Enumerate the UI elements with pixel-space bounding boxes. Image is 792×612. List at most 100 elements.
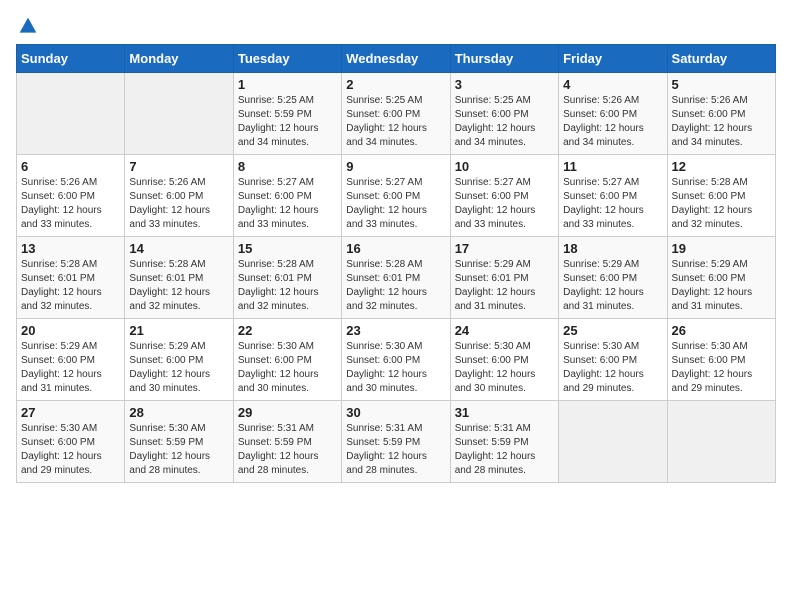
day-number: 4 — [563, 77, 662, 92]
day-number: 21 — [129, 323, 228, 338]
calendar-cell — [17, 73, 125, 155]
day-info: Sunrise: 5:26 AM Sunset: 6:00 PM Dayligh… — [129, 176, 228, 232]
day-info: Sunrise: 5:28 AM Sunset: 6:01 PM Dayligh… — [129, 258, 228, 314]
logo — [16, 16, 38, 36]
day-info: Sunrise: 5:30 AM Sunset: 6:00 PM Dayligh… — [238, 340, 337, 396]
day-number: 1 — [238, 77, 337, 92]
week-row-3: 13 Sunrise: 5:28 AM Sunset: 6:01 PM Dayli… — [17, 237, 776, 319]
calendar-cell: 10 Sunrise: 5:27 AM Sunset: 6:00 PM Dayli… — [450, 155, 558, 237]
day-info: Sunrise: 5:29 AM Sunset: 6:00 PM Dayligh… — [129, 340, 228, 396]
calendar-cell — [559, 401, 667, 483]
day-number: 15 — [238, 241, 337, 256]
calendar-cell: 2 Sunrise: 5:25 AM Sunset: 6:00 PM Daylig… — [342, 73, 450, 155]
calendar-cell: 29 Sunrise: 5:31 AM Sunset: 5:59 PM Dayli… — [233, 401, 341, 483]
calendar-cell — [667, 401, 775, 483]
day-number: 2 — [346, 77, 445, 92]
calendar-cell: 17 Sunrise: 5:29 AM Sunset: 6:01 PM Dayli… — [450, 237, 558, 319]
calendar-cell: 15 Sunrise: 5:28 AM Sunset: 6:01 PM Dayli… — [233, 237, 341, 319]
week-row-2: 6 Sunrise: 5:26 AM Sunset: 6:00 PM Daylig… — [17, 155, 776, 237]
day-number: 16 — [346, 241, 445, 256]
calendar-cell: 31 Sunrise: 5:31 AM Sunset: 5:59 PM Dayli… — [450, 401, 558, 483]
day-number: 13 — [21, 241, 120, 256]
day-number: 5 — [672, 77, 771, 92]
day-info: Sunrise: 5:28 AM Sunset: 6:01 PM Dayligh… — [238, 258, 337, 314]
calendar-cell: 22 Sunrise: 5:30 AM Sunset: 6:00 PM Dayli… — [233, 319, 341, 401]
day-info: Sunrise: 5:28 AM Sunset: 6:01 PM Dayligh… — [346, 258, 445, 314]
day-info: Sunrise: 5:28 AM Sunset: 6:01 PM Dayligh… — [21, 258, 120, 314]
day-number: 20 — [21, 323, 120, 338]
day-number: 24 — [455, 323, 554, 338]
day-number: 26 — [672, 323, 771, 338]
calendar-cell: 5 Sunrise: 5:26 AM Sunset: 6:00 PM Daylig… — [667, 73, 775, 155]
calendar-cell: 13 Sunrise: 5:28 AM Sunset: 6:01 PM Dayli… — [17, 237, 125, 319]
calendar-cell: 9 Sunrise: 5:27 AM Sunset: 6:00 PM Daylig… — [342, 155, 450, 237]
day-info: Sunrise: 5:30 AM Sunset: 5:59 PM Dayligh… — [129, 422, 228, 478]
day-info: Sunrise: 5:27 AM Sunset: 6:00 PM Dayligh… — [455, 176, 554, 232]
calendar-cell: 19Sunrise: 5:29 AM Sunset: 6:00 PM Dayli… — [667, 237, 775, 319]
day-number: 28 — [129, 405, 228, 420]
day-info: Sunrise: 5:27 AM Sunset: 6:00 PM Dayligh… — [238, 176, 337, 232]
day-info: Sunrise: 5:29 AM Sunset: 6:00 PM Dayligh… — [563, 258, 662, 314]
day-info: Sunrise: 5:26 AM Sunset: 6:00 PM Dayligh… — [563, 94, 662, 150]
calendar-cell: 14 Sunrise: 5:28 AM Sunset: 6:01 PM Dayli… — [125, 237, 233, 319]
day-number: 9 — [346, 159, 445, 174]
day-info: Sunrise: 5:27 AM Sunset: 6:00 PM Dayligh… — [563, 176, 662, 232]
calendar-cell: 30 Sunrise: 5:31 AM Sunset: 5:59 PM Dayli… — [342, 401, 450, 483]
weekday-header-tuesday: Tuesday — [233, 45, 341, 73]
day-number: 29 — [238, 405, 337, 420]
day-number: 18 — [563, 241, 662, 256]
calendar-cell: 1Sunrise: 5:25 AM Sunset: 5:59 PM Daylig… — [233, 73, 341, 155]
weekday-header-row: SundayMondayTuesdayWednesdayThursdayFrid… — [17, 45, 776, 73]
day-number: 23 — [346, 323, 445, 338]
day-info: Sunrise: 5:30 AM Sunset: 6:00 PM Dayligh… — [21, 422, 120, 478]
page-header — [16, 16, 776, 36]
day-number: 14 — [129, 241, 228, 256]
day-info: Sunrise: 5:26 AM Sunset: 6:00 PM Dayligh… — [672, 94, 771, 150]
day-number: 27 — [21, 405, 120, 420]
day-info: Sunrise: 5:31 AM Sunset: 5:59 PM Dayligh… — [238, 422, 337, 478]
calendar-table: SundayMondayTuesdayWednesdayThursdayFrid… — [16, 44, 776, 483]
calendar-cell: 23 Sunrise: 5:30 AM Sunset: 6:00 PM Dayli… — [342, 319, 450, 401]
day-number: 10 — [455, 159, 554, 174]
day-number: 6 — [21, 159, 120, 174]
calendar-cell: 27 Sunrise: 5:30 AM Sunset: 6:00 PM Dayli… — [17, 401, 125, 483]
weekday-header-thursday: Thursday — [450, 45, 558, 73]
calendar-cell: 26 Sunrise: 5:30 AM Sunset: 6:00 PM Dayli… — [667, 319, 775, 401]
calendar-cell: 6Sunrise: 5:26 AM Sunset: 6:00 PM Daylig… — [17, 155, 125, 237]
day-number: 31 — [455, 405, 554, 420]
calendar-cell: 7 Sunrise: 5:26 AM Sunset: 6:00 PM Daylig… — [125, 155, 233, 237]
day-number: 11 — [563, 159, 662, 174]
calendar-cell — [125, 73, 233, 155]
calendar-cell: 11 Sunrise: 5:27 AM Sunset: 6:00 PM Dayli… — [559, 155, 667, 237]
day-info: Sunrise: 5:29 AM Sunset: 6:00 PM Dayligh… — [672, 258, 771, 314]
calendar-cell: 28 Sunrise: 5:30 AM Sunset: 5:59 PM Dayli… — [125, 401, 233, 483]
day-info: Sunrise: 5:31 AM Sunset: 5:59 PM Dayligh… — [455, 422, 554, 478]
day-info: Sunrise: 5:30 AM Sunset: 6:00 PM Dayligh… — [346, 340, 445, 396]
day-number: 7 — [129, 159, 228, 174]
day-number: 8 — [238, 159, 337, 174]
calendar-cell: 3Sunrise: 5:25 AM Sunset: 6:00 PM Daylig… — [450, 73, 558, 155]
calendar-cell: 25Sunrise: 5:30 AM Sunset: 6:00 PM Dayli… — [559, 319, 667, 401]
day-info: Sunrise: 5:28 AM Sunset: 6:00 PM Dayligh… — [672, 176, 771, 232]
day-info: Sunrise: 5:30 AM Sunset: 6:00 PM Dayligh… — [672, 340, 771, 396]
day-info: Sunrise: 5:25 AM Sunset: 6:00 PM Dayligh… — [346, 94, 445, 150]
calendar-cell: 24 Sunrise: 5:30 AM Sunset: 6:00 PM Dayli… — [450, 319, 558, 401]
calendar-cell: 21 Sunrise: 5:29 AM Sunset: 6:00 PM Dayli… — [125, 319, 233, 401]
day-number: 12 — [672, 159, 771, 174]
day-info: Sunrise: 5:27 AM Sunset: 6:00 PM Dayligh… — [346, 176, 445, 232]
weekday-header-wednesday: Wednesday — [342, 45, 450, 73]
weekday-header-sunday: Sunday — [17, 45, 125, 73]
weekday-header-saturday: Saturday — [667, 45, 775, 73]
day-number: 17 — [455, 241, 554, 256]
day-info: Sunrise: 5:29 AM Sunset: 6:01 PM Dayligh… — [455, 258, 554, 314]
calendar-cell: 12 Sunrise: 5:28 AM Sunset: 6:00 PM Dayli… — [667, 155, 775, 237]
calendar-cell: 8 Sunrise: 5:27 AM Sunset: 6:00 PM Daylig… — [233, 155, 341, 237]
day-number: 22 — [238, 323, 337, 338]
day-info: Sunrise: 5:30 AM Sunset: 6:00 PM Dayligh… — [563, 340, 662, 396]
week-row-5: 27 Sunrise: 5:30 AM Sunset: 6:00 PM Dayli… — [17, 401, 776, 483]
day-info: Sunrise: 5:30 AM Sunset: 6:00 PM Dayligh… — [455, 340, 554, 396]
day-info: Sunrise: 5:31 AM Sunset: 5:59 PM Dayligh… — [346, 422, 445, 478]
day-number: 30 — [346, 405, 445, 420]
week-row-4: 20 Sunrise: 5:29 AM Sunset: 6:00 PM Dayli… — [17, 319, 776, 401]
weekday-header-monday: Monday — [125, 45, 233, 73]
